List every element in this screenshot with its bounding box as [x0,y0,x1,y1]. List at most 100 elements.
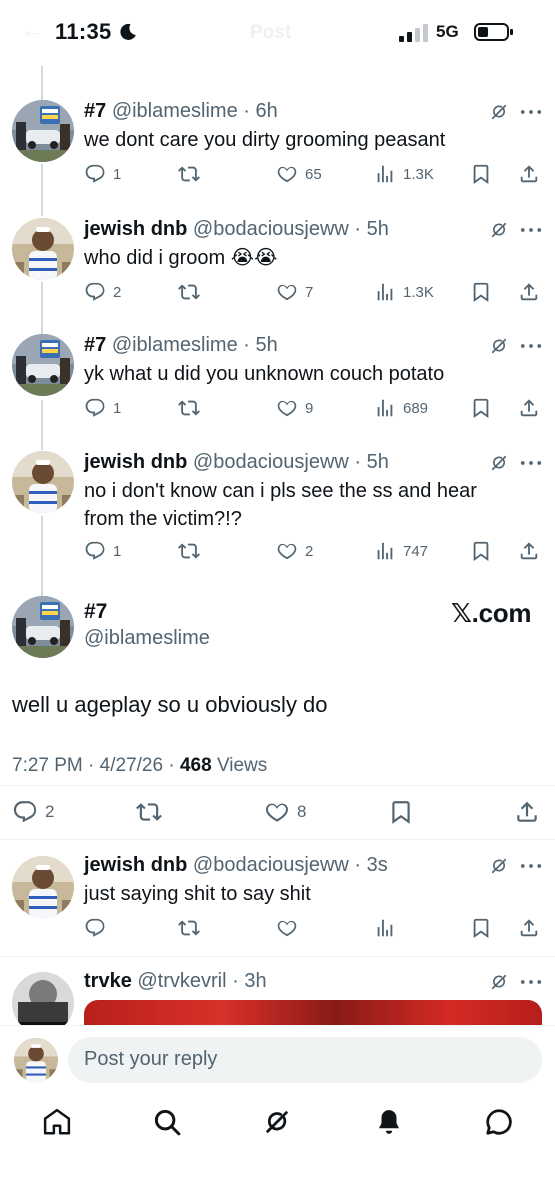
author-handle[interactable]: @bodaciousjeww [193,451,349,473]
more-icon[interactable] [520,979,542,985]
thread-tweet[interactable]: #7 @iblameslime · 5h yk what u did you u… [0,330,555,434]
tweet-time[interactable]: 5h [255,334,277,356]
bookmark-button[interactable] [470,396,492,420]
author-name[interactable]: #7 [84,100,106,122]
author-name[interactable]: trvke [84,970,132,992]
bookmark-button[interactable] [388,800,414,824]
like-button[interactable]: 2 [276,539,313,563]
reply-tweet[interactable]: jewish dnb @bodaciousjeww · 3s just sayi… [0,852,555,952]
views-button[interactable]: 689 [374,396,428,420]
repost-button[interactable] [136,800,162,824]
home-icon[interactable] [42,1107,72,1137]
thread-tweet[interactable]: jewish dnb @bodaciousjeww · 5h who did i… [0,214,555,318]
avatar[interactable] [12,596,74,658]
thread-line [41,62,43,100]
grok-icon[interactable] [489,856,509,876]
messages-icon[interactable] [484,1107,514,1137]
bookmark-button[interactable] [470,539,492,563]
avatar[interactable] [12,856,74,918]
bottom-tab-bar [0,1095,555,1200]
more-icon[interactable] [520,863,542,869]
views-button[interactable]: 1.3K [374,162,434,186]
like-button[interactable]: 8 [264,800,306,824]
reply-input[interactable]: Post your reply [68,1037,542,1083]
tweet-time[interactable]: 3s [367,854,388,876]
repost-icon [178,163,200,185]
back-arrow-icon[interactable]: ← [22,20,42,43]
views-button[interactable]: 1.3K [374,280,434,304]
share-button[interactable] [518,396,540,420]
tweet-time[interactable]: 7:27 PM [12,755,83,776]
tweet-time[interactable]: 3h [244,970,266,992]
bookmark-button[interactable] [470,162,492,186]
author-handle[interactable]: @iblameslime [84,627,210,650]
thread-tweet[interactable]: jewish dnb @bodaciousjeww · 5h no i don'… [0,447,555,581]
tweet-time[interactable]: 5h [367,218,389,240]
share-button[interactable] [518,280,540,304]
author-handle[interactable]: @iblameslime [112,334,238,356]
share-button[interactable] [514,800,540,824]
reply-button[interactable]: 1 [84,396,121,420]
reply-button[interactable] [84,916,106,940]
tweet-time[interactable]: 5h [367,451,389,473]
like-button[interactable]: 65 [276,162,322,186]
repost-icon [178,917,200,939]
author-name[interactable]: jewish dnb [84,218,187,240]
tweet-time[interactable]: 6h [255,100,277,122]
tweet-text: well u ageplay so u obviously do [12,692,328,717]
reply-button[interactable]: 2 [12,800,54,824]
like-button[interactable]: 7 [276,280,313,304]
grok-icon[interactable] [489,102,509,122]
avatar[interactable] [12,218,74,280]
bookmark-button[interactable] [470,280,492,304]
reply-button[interactable]: 1 [84,539,121,563]
share-button[interactable] [518,162,540,186]
tweet-date[interactable]: 4/27/26 [100,755,163,776]
search-icon[interactable] [152,1107,182,1137]
author-name[interactable]: #7 [84,600,107,624]
author-handle[interactable]: @trvkevril [137,970,226,992]
reply-button[interactable]: 2 [84,280,121,304]
like-button[interactable] [276,916,298,940]
more-icon[interactable] [520,109,542,115]
avatar[interactable] [14,1038,58,1082]
grok-icon[interactable] [262,1107,292,1137]
tweet-text: yk what u did you unknown couch potato [84,363,445,385]
reply-count: 1 [113,399,122,417]
author-name[interactable]: #7 [84,334,106,356]
tweet-text: who did i groom 😭😭 [84,247,278,269]
grok-icon[interactable] [489,972,509,992]
repost-button[interactable] [178,280,200,304]
author-name[interactable]: jewish dnb [84,854,187,876]
reply-button[interactable]: 1 [84,162,121,186]
like-button[interactable]: 9 [276,396,313,420]
author-handle[interactable]: @iblameslime [112,100,238,122]
status-time: 11:35 [55,19,112,44]
share-button[interactable] [518,916,540,940]
author-name[interactable]: jewish dnb [84,451,187,473]
views-button[interactable] [374,916,396,940]
grok-icon[interactable] [489,220,509,240]
grok-icon[interactable] [489,453,509,473]
grok-icon[interactable] [489,336,509,356]
views-icon [374,163,396,185]
avatar[interactable] [12,100,74,162]
avatar[interactable] [12,334,74,396]
more-icon[interactable] [520,343,542,349]
more-icon[interactable] [520,227,542,233]
bookmark-icon [470,397,492,419]
views-button[interactable]: 747 [374,539,428,563]
repost-button[interactable] [178,162,200,186]
repost-button[interactable] [178,396,200,420]
more-icon[interactable] [520,460,542,466]
share-button[interactable] [518,539,540,563]
bookmark-button[interactable] [470,916,492,940]
repost-button[interactable] [178,539,200,563]
author-handle[interactable]: @bodaciousjeww [193,854,349,876]
reply-icon [84,540,106,562]
bell-icon[interactable] [374,1107,404,1137]
repost-button[interactable] [178,916,200,940]
thread-tweet[interactable]: #7 @iblameslime · 6h we dont care you di… [0,96,555,200]
avatar[interactable] [12,451,74,513]
author-handle[interactable]: @bodaciousjeww [193,218,349,240]
